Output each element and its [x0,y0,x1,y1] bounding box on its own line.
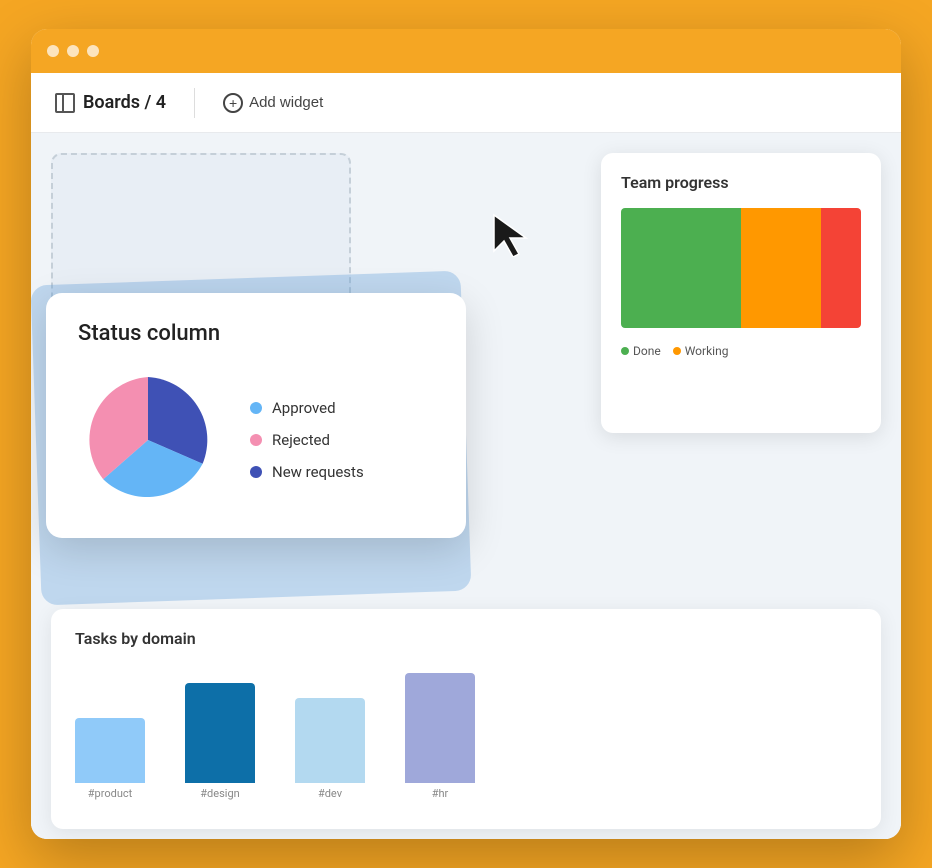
team-progress-title: Team progress [621,173,861,192]
browser-window: Boards / 4 Add widget Team progress [31,29,901,839]
toolbar-breadcrumb: Boards / 4 [83,92,166,113]
legend-done: Done [621,344,661,358]
bar-chart: #product #design #dev #hr [75,664,857,804]
bar-group-dev: #dev [295,698,365,800]
stacked-bar [621,208,861,328]
bar-product [75,718,145,783]
traffic-light-2[interactable] [67,45,79,57]
bar-working [741,208,821,328]
bar-dev [295,698,365,783]
boards-icon [55,93,75,113]
cursor-svg [491,213,531,257]
legend-approved-label: Approved [272,399,336,417]
bar-group-hr: #hr [405,673,475,800]
bar-product-label: #product [88,787,132,800]
pie-chart [78,370,218,510]
bar-done [621,208,741,328]
bar-design [185,683,255,783]
legend-done-label: Done [633,344,661,358]
bar-group-product: #product [75,718,145,800]
title-bar [31,29,901,73]
status-column-card: Status column [46,293,466,538]
browser-content: Boards / 4 Add widget Team progress [31,73,901,839]
legend-circle-approved [250,402,262,414]
bar-group-design: #design [185,683,255,800]
bar-dev-label: #dev [318,787,342,800]
traffic-light-3[interactable] [87,45,99,57]
dashboard-area: Team progress Done Working [31,133,901,839]
tasks-domain-card: Tasks by domain #product #design #dev [51,609,881,829]
traffic-light-1[interactable] [47,45,59,57]
bar-hr-label: #hr [432,787,449,800]
legend-circle-rejected [250,434,262,446]
status-column-title: Status column [78,321,434,346]
legend-approved: Approved [250,399,364,417]
tasks-domain-title: Tasks by domain [75,629,857,648]
legend-new-requests: New requests [250,463,364,481]
legend-working-label: Working [685,344,729,358]
toolbar: Boards / 4 Add widget [31,73,901,133]
legend-circle-new-requests [250,466,262,478]
add-widget-button[interactable]: Add widget [223,93,323,113]
toolbar-left: Boards / 4 [55,92,166,113]
chart-legend-row: Approved Rejected New requests [78,370,434,510]
team-progress-legend: Done Working [621,344,861,358]
legend-rejected: Rejected [250,431,364,449]
legend-rejected-label: Rejected [272,431,330,449]
bar-design-label: #design [200,787,239,800]
legend-working: Working [673,344,729,358]
legend-new-requests-label: New requests [272,463,364,481]
add-widget-label: Add widget [249,94,323,111]
toolbar-divider [194,88,195,118]
add-icon [223,93,243,113]
bar-stuck [821,208,861,328]
pie-svg [78,370,218,510]
team-progress-card: Team progress Done Working [601,153,881,433]
legend-list: Approved Rejected New requests [250,399,364,481]
legend-dot-working [673,347,681,355]
legend-dot-done [621,347,629,355]
bar-hr [405,673,475,783]
